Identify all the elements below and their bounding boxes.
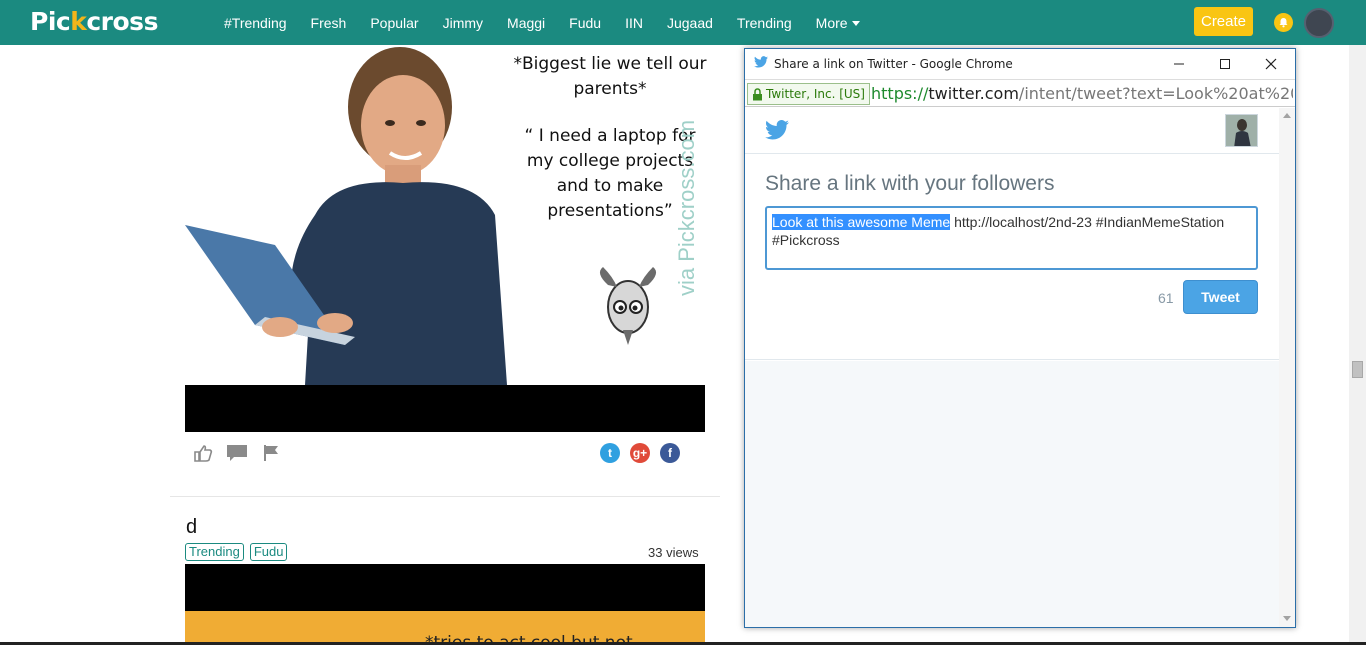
post-title[interactable]: d	[186, 516, 197, 539]
maximize-button[interactable]	[1202, 49, 1248, 79]
nav-link-fresh[interactable]: Fresh	[299, 15, 359, 31]
secure-label: Twitter, Inc. [US]	[766, 87, 865, 101]
post-divider	[170, 496, 720, 497]
tweet-button[interactable]: Tweet	[1183, 280, 1258, 314]
character-counter: 61	[1158, 290, 1174, 306]
minimize-button[interactable]	[1156, 49, 1202, 79]
avatar-photo	[1226, 115, 1257, 146]
notification-bell-icon[interactable]	[1274, 13, 1293, 32]
comment-icon[interactable]	[226, 442, 248, 464]
twitter-share-popup: Share a link on Twitter - Google Chrome …	[744, 48, 1296, 628]
page-scrollbar-thumb[interactable]	[1352, 361, 1363, 378]
twitter-logo-icon[interactable]	[765, 120, 789, 140]
meme-caption-top: *Biggest lie we tell our parents*	[513, 54, 707, 99]
url-scheme: https://	[871, 84, 929, 103]
tag-trending[interactable]: Trending	[185, 543, 244, 561]
compose-heading: Share a link with your followers	[765, 172, 1055, 195]
twitter-header	[745, 108, 1279, 154]
nav-link-fudu[interactable]: Fudu	[557, 15, 613, 31]
nav-link-trending[interactable]: Trending	[725, 15, 804, 31]
site-logo[interactable]: Pickcross	[30, 7, 158, 36]
tweet-textarea[interactable]: Look at this awesome Meme http://localho…	[765, 206, 1258, 270]
post-actions	[192, 441, 282, 465]
nav-link-jugaad[interactable]: Jugaad	[655, 15, 725, 31]
facebook-icon[interactable]: f	[660, 443, 680, 463]
nav-links: #Trending Fresh Popular Jimmy Maggi Fudu…	[212, 0, 872, 45]
google-plus-icon[interactable]: g+	[630, 443, 650, 463]
watermark-logo: via Pickcross.com	[674, 120, 699, 296]
twitter-user-avatar[interactable]	[1225, 114, 1258, 147]
twitter-bird-icon	[754, 56, 768, 68]
post-tags: Trending Fudu	[185, 543, 288, 561]
url-path: /intent/tweet?text=Look%20at%20this%2	[1018, 84, 1293, 103]
nav-link-hash-trending[interactable]: #Trending	[212, 15, 299, 31]
url-text[interactable]: https://twitter.com/intent/tweet?text=Lo…	[871, 84, 1293, 103]
close-icon	[1265, 58, 1277, 70]
share-buttons: t g+ f	[600, 443, 680, 463]
minimize-icon	[1174, 63, 1184, 65]
view-count: 33 views	[648, 545, 699, 560]
logo-text-cross: cross	[86, 7, 158, 36]
tag-fudu[interactable]: Fudu	[249, 543, 288, 561]
meme-footer-band	[185, 385, 705, 432]
popup-titlebar[interactable]: Share a link on Twitter - Google Chrome	[745, 49, 1295, 79]
popup-scrollbar[interactable]	[1279, 108, 1295, 627]
user-avatar[interactable]	[1304, 8, 1334, 38]
nav-link-popular[interactable]: Popular	[358, 15, 430, 31]
twitter-footer-area	[745, 361, 1279, 627]
nav-link-maggi[interactable]: Maggi	[495, 15, 557, 31]
nav-link-jimmy[interactable]: Jimmy	[431, 15, 495, 31]
caret-down-icon	[851, 21, 860, 27]
flag-icon[interactable]	[260, 442, 282, 464]
top-navbar: Pickcross #Trending Fresh Popular Jimmy …	[0, 0, 1366, 45]
scroll-up-arrow-icon[interactable]	[1283, 113, 1291, 118]
twitter-compose: Share a link with your followers Look at…	[745, 155, 1279, 360]
page: Pickcross #Trending Fresh Popular Jimmy …	[0, 0, 1366, 645]
secure-indicator[interactable]: Twitter, Inc. [US]	[747, 83, 870, 105]
like-icon[interactable]	[192, 442, 214, 464]
page-scrollbar[interactable]	[1349, 45, 1366, 643]
close-button[interactable]	[1248, 49, 1294, 79]
lock-icon	[753, 87, 762, 100]
twitter-icon[interactable]: t	[600, 443, 620, 463]
tweet-selected-text: Look at this awesome Meme	[772, 214, 951, 230]
nav-more-dropdown[interactable]: More	[804, 15, 872, 31]
logo-text-pic: Pic	[30, 7, 71, 36]
nav-link-iin[interactable]: IIN	[613, 15, 655, 31]
watermark-text: via Pickcross.com	[674, 120, 699, 296]
nav-more-label: More	[815, 14, 848, 31]
address-bar[interactable]: Twitter, Inc. [US] https://twitter.com/i…	[745, 79, 1295, 107]
scroll-down-arrow-icon[interactable]	[1283, 616, 1291, 621]
popup-window-title: Share a link on Twitter - Google Chrome	[774, 57, 1013, 71]
meme2-header-band	[185, 564, 705, 611]
logo-text-k: k	[70, 7, 87, 36]
create-button[interactable]: Create	[1194, 7, 1253, 36]
url-host: twitter.com	[928, 84, 1019, 103]
maximize-icon	[1220, 59, 1230, 69]
meme2-image[interactable]: *tries to act cool but not	[185, 611, 705, 645]
